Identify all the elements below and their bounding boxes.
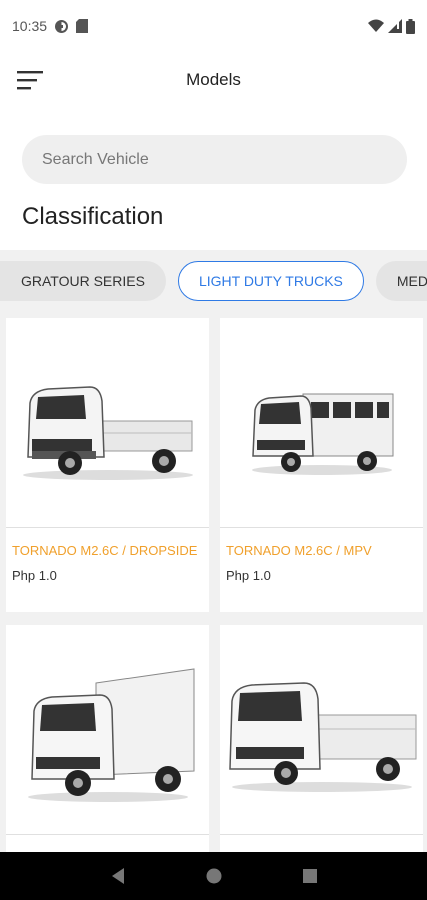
vehicle-name: TORNADO M2.6C / MPV <box>226 543 372 558</box>
status-bar: 10:35 <box>0 0 427 52</box>
battery-icon <box>406 18 415 34</box>
vehicle-card[interactable] <box>6 625 209 852</box>
menu-button[interactable] <box>12 62 48 98</box>
truck-mpv-icon <box>251 393 393 475</box>
vehicle-card[interactable] <box>220 625 423 852</box>
vehicle-price: Php 1.0 <box>226 568 271 583</box>
classification-tabs[interactable]: GRATOUR SERIES LIGHT DUTY TRUCKS MEDI <box>0 250 427 312</box>
classification-heading: Classification <box>22 203 164 230</box>
system-navigation-bar <box>0 852 427 900</box>
app-bar: Models <box>0 52 427 108</box>
menu-icon <box>17 71 43 90</box>
notification-icon <box>55 19 69 33</box>
truck-cargo-icon <box>228 681 416 792</box>
chip-gratour-series[interactable]: GRATOUR SERIES <box>0 261 166 301</box>
vehicle-name: TORNADO M2.6C / DROPSIDE <box>12 543 198 558</box>
truck-box-van-icon <box>27 667 194 802</box>
signal-icon <box>388 19 402 33</box>
back-icon[interactable] <box>110 867 126 885</box>
vehicle-card[interactable]: TORNADO M2.6C / DROPSIDE Php 1.0 <box>6 318 209 612</box>
status-time: 10:35 <box>12 18 48 34</box>
search-input[interactable] <box>42 150 407 169</box>
truck-dropside-icon <box>22 385 193 480</box>
home-icon[interactable] <box>206 868 222 884</box>
recents-icon[interactable] <box>302 869 317 883</box>
sd-card-icon <box>76 19 89 33</box>
wifi-icon <box>368 19 384 32</box>
page-title: Models <box>186 70 241 89</box>
chip-light-duty-trucks[interactable]: LIGHT DUTY TRUCKS <box>177 261 364 301</box>
vehicle-grid: TORNADO M2.6C / DROPSIDE Php 1.0 TORNADO… <box>0 312 427 852</box>
vehicle-price: Php 1.0 <box>12 568 57 583</box>
vehicle-card[interactable]: TORNADO M2.6C / MPV Php 1.0 <box>220 318 423 612</box>
chip-medium-duty[interactable]: MEDI <box>375 261 427 301</box>
search-bar[interactable] <box>22 135 407 184</box>
